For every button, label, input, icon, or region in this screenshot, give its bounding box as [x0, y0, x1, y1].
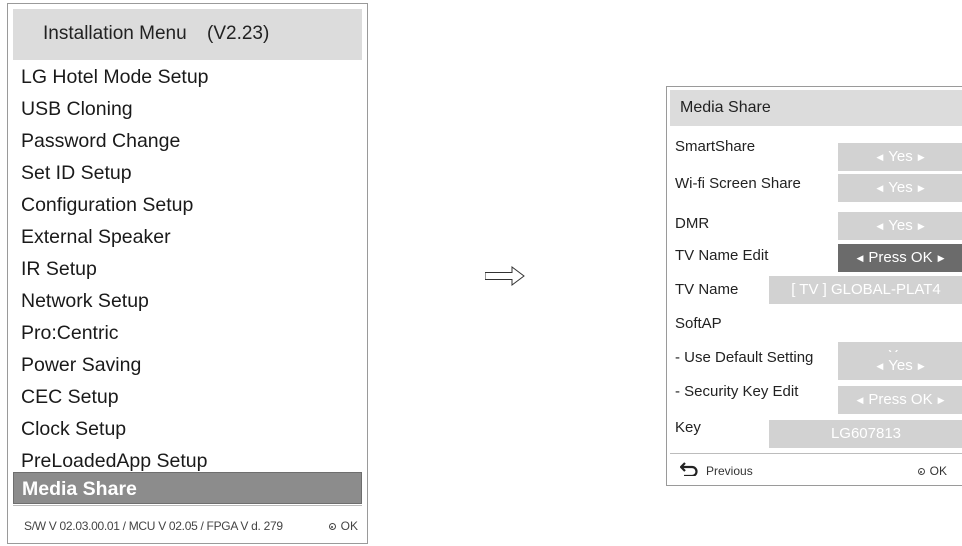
- tv-name-edit-label: TV Name Edit: [675, 247, 769, 264]
- menu-item-pro-centric[interactable]: Pro:Centric: [13, 317, 362, 349]
- menu-item-power-saving[interactable]: Power Saving: [13, 349, 362, 381]
- key-field[interactable]: LG607813: [769, 420, 962, 448]
- dmr-value: Yes: [888, 217, 913, 234]
- wifi-screen-share-selector[interactable]: ◀ Yes ▶: [838, 174, 962, 202]
- tv-name-label: TV Name: [675, 281, 739, 298]
- media-share-title-bar: Media Share: [670, 90, 962, 126]
- wifi-screen-share-value: Yes: [888, 179, 913, 196]
- key-label: Key: [675, 419, 701, 436]
- media-share-footer: Previous OK: [670, 453, 962, 484]
- use-default-setting-value: Yes: [888, 357, 913, 374]
- ok-hint: OK: [328, 519, 358, 533]
- arrow-left-icon: ◀: [876, 152, 884, 163]
- installation-menu-title-bar: Installation Menu (V2.23): [13, 9, 362, 60]
- arrow-right-icon: ▶: [937, 395, 945, 406]
- dmr-label: DMR: [675, 215, 710, 232]
- security-key-edit-label: - Security Key Edit: [675, 383, 799, 400]
- firmware-version-info: S/W V 02.03.00.01 / MCU V 02.05 / FPGA V…: [24, 519, 283, 533]
- menu-item-lg-hotel-mode-setup[interactable]: LG Hotel Mode Setup: [13, 61, 362, 93]
- security-key-edit-selector[interactable]: ◀ Press OK ▶: [838, 386, 962, 414]
- media-share-panel: Media Share SmartShare ◀ Yes ▶ Wi-fi Scree…: [666, 86, 962, 486]
- menu-item-set-id-setup[interactable]: Set ID Setup: [13, 157, 362, 189]
- softap-label: SoftAP: [675, 315, 722, 332]
- menu-item-network-setup[interactable]: Network Setup: [13, 285, 362, 317]
- ok-hint-label: OK: [340, 519, 358, 533]
- menu-item-clock-setup[interactable]: Clock Setup: [13, 413, 362, 445]
- use-default-setting-selector[interactable]: ◀ Yes ▶: [838, 352, 962, 380]
- menu-item-configuration-setup[interactable]: Configuration Setup: [13, 189, 362, 221]
- ok-button-icon: [328, 523, 336, 531]
- arrow-right-icon: ▶: [917, 361, 925, 372]
- menu-item-cec-setup[interactable]: CEC Setup: [13, 381, 362, 413]
- smartshare-value: Yes: [888, 148, 913, 165]
- menu-item-ir-setup[interactable]: IR Setup: [13, 253, 362, 285]
- dmr-selector[interactable]: ◀ Yes ▶: [838, 212, 962, 240]
- tv-name-edit-value: Press OK: [868, 249, 933, 266]
- smartshare-selector[interactable]: ◀ Yes ▶: [838, 143, 962, 171]
- installation-menu-title: Installation Menu: [43, 23, 187, 44]
- menu-item-media-share[interactable]: Media Share: [13, 472, 362, 504]
- arrow-right-icon: ▶: [917, 221, 925, 232]
- use-default-setting-label: - Use Default Setting: [675, 349, 814, 366]
- menu-item-password-change[interactable]: Password Change: [13, 125, 362, 157]
- ok-hint: OK: [917, 464, 947, 478]
- previous-label[interactable]: Previous: [706, 464, 753, 478]
- installation-menu-footer: S/W V 02.03.00.01 / MCU V 02.05 / FPGA V…: [13, 505, 362, 539]
- installation-menu: Installation Menu (V2.23) LG Hotel Mode …: [7, 3, 368, 544]
- media-share-title: Media Share: [680, 99, 771, 116]
- tv-name-field[interactable]: [ TV ] GLOBAL-PLAT4: [769, 276, 962, 304]
- arrow-left-icon: ◀: [876, 183, 884, 194]
- arrow-right-icon: ▶: [917, 152, 925, 163]
- installation-menu-version: (V2.23): [207, 23, 270, 44]
- menu-item-usb-cloning[interactable]: USB Cloning: [13, 93, 362, 125]
- right-arrow-icon: [485, 266, 525, 286]
- arrow-right-icon: ▶: [917, 183, 925, 194]
- arrow-left-icon: ◀: [856, 395, 864, 406]
- security-key-edit-value: Press OK: [868, 391, 933, 408]
- back-arrow-icon[interactable]: [680, 462, 698, 476]
- arrow-left-icon: ◀: [876, 221, 884, 232]
- ok-hint-label: OK: [929, 464, 947, 478]
- tv-name-edit-selector[interactable]: ◀ Press OK ▶: [838, 244, 962, 272]
- menu-item-external-speaker[interactable]: External Speaker: [13, 221, 362, 253]
- ok-button-icon: [917, 468, 925, 476]
- smartshare-label: SmartShare: [675, 138, 756, 155]
- arrow-left-icon: ◀: [856, 253, 864, 264]
- arrow-left-icon: ◀: [876, 361, 884, 372]
- wifi-screen-share-label: Wi-fi Screen Share: [675, 175, 801, 192]
- arrow-right-icon: ▶: [937, 253, 945, 264]
